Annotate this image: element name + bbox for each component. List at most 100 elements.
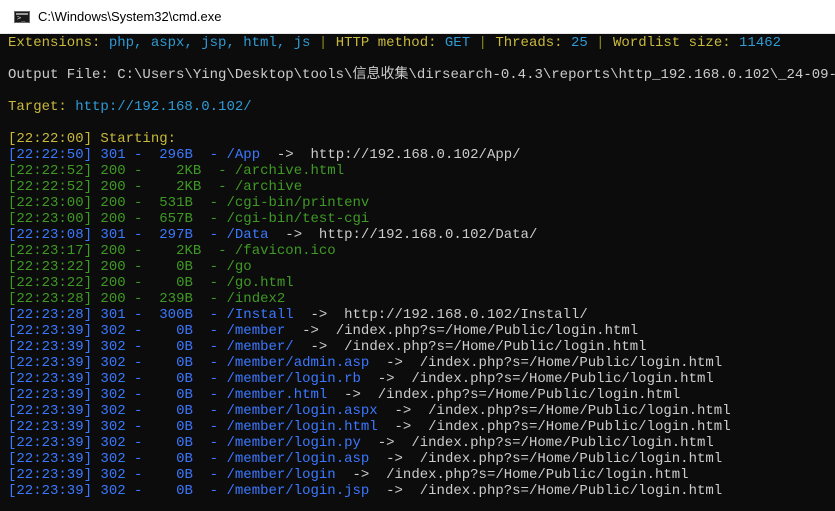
result-row: [22:23:39] 302 - 0B - /member -> /index.… <box>8 323 639 339</box>
result-size: 0B <box>150 467 193 483</box>
output-file-line: Output File: C:\Users\Ying\Desktop\tools… <box>8 67 835 83</box>
result-status: 301 <box>100 147 126 163</box>
result-status: 302 <box>100 451 126 467</box>
extensions-value: php, aspx, jsp, html, js <box>108 35 311 51</box>
result-status: 200 <box>100 275 126 291</box>
result-path: /archive.html <box>234 163 345 179</box>
result-path: /member/login.html <box>226 419 378 435</box>
result-status: 200 <box>100 195 126 211</box>
result-status: 302 <box>100 435 126 451</box>
window-title: C:\Windows\System32\cmd.exe <box>38 9 222 24</box>
result-size: 0B <box>150 387 193 403</box>
result-status: 302 <box>100 371 126 387</box>
result-size: 0B <box>150 483 193 499</box>
result-time: [22:23:22] <box>8 259 93 275</box>
result-size: 2KB <box>150 243 202 259</box>
result-redirect: http://192.168.0.102/App/ <box>310 147 521 163</box>
redirect-arrow: -> <box>369 451 420 467</box>
result-size: 531B <box>150 195 193 211</box>
result-time: [22:22:50] <box>8 147 93 163</box>
result-size: 2KB <box>150 179 202 195</box>
result-row: [22:22:52] 200 - 2KB - /archive <box>8 179 303 195</box>
result-path: /member/login.py <box>226 435 361 451</box>
result-size: 0B <box>150 339 193 355</box>
result-row: [22:23:39] 302 - 0B - /member/login.jsp … <box>8 483 723 499</box>
result-path: /member/login <box>226 467 336 483</box>
result-row: [22:23:39] 302 - 0B - /member/login -> /… <box>8 467 689 483</box>
result-size: 0B <box>150 355 193 371</box>
result-redirect: /index.php?s=/Home/Public/login.html <box>428 419 731 435</box>
result-size: 296B <box>150 147 193 163</box>
result-status: 302 <box>100 339 126 355</box>
separator: | <box>587 35 613 51</box>
result-path: /member/login.jsp <box>226 483 370 499</box>
result-row: [22:23:39] 302 - 0B - /member/ -> /index… <box>8 339 647 355</box>
redirect-arrow: -> <box>335 467 387 483</box>
result-row: [22:23:00] 200 - 657B - /cgi-bin/test-cg… <box>8 211 370 227</box>
result-size: 0B <box>150 275 193 291</box>
result-time: [22:23:00] <box>8 195 93 211</box>
result-redirect: /index.php?s=/Home/Public/login.html <box>428 403 731 419</box>
console-output[interactable]: Extensions: php, aspx, jsp, html, js | H… <box>0 34 835 511</box>
redirect-arrow: -> <box>360 435 412 451</box>
result-status: 200 <box>100 243 126 259</box>
result-time: [22:23:39] <box>8 355 93 371</box>
http-method-value: GET <box>444 35 471 51</box>
result-time: [22:23:22] <box>8 275 93 291</box>
result-redirect: /index.php?s=/Home/Public/login.html <box>335 323 639 339</box>
result-redirect: /index.php?s=/Home/Public/login.html <box>344 339 647 355</box>
result-row: [22:23:22] 200 - 0B - /go.html <box>8 275 294 291</box>
result-redirect: http://192.168.0.102/Data/ <box>318 227 538 243</box>
redirect-arrow: -> <box>260 147 311 163</box>
result-size: 0B <box>150 371 193 387</box>
result-row: [22:23:00] 200 - 531B - /cgi-bin/printen… <box>8 195 370 211</box>
result-path: /member <box>226 323 286 339</box>
result-status: 200 <box>100 179 126 195</box>
redirect-arrow: -> <box>360 371 412 387</box>
result-time: [22:23:39] <box>8 403 93 419</box>
wordlist-size-label: Wordlist size: <box>613 35 740 51</box>
result-path: /member/login.asp <box>226 451 370 467</box>
result-size: 300B <box>150 307 193 323</box>
result-size: 657B <box>150 211 193 227</box>
result-redirect: /index.php?s=/Home/Public/login.html <box>411 435 714 451</box>
result-path: /cgi-bin/test-cgi <box>226 211 370 227</box>
result-path: /Data <box>226 227 269 243</box>
result-time: [22:22:52] <box>8 179 93 195</box>
redirect-arrow: -> <box>369 483 420 499</box>
result-time: [22:23:39] <box>8 435 93 451</box>
output-file-label: Output File: <box>8 67 118 83</box>
result-path: /App <box>226 147 261 163</box>
result-size: 0B <box>150 435 193 451</box>
result-size: 0B <box>150 419 193 435</box>
result-row: [22:23:28] 200 - 239B - /index2 <box>8 291 286 307</box>
result-time: [22:23:39] <box>8 371 93 387</box>
result-redirect: http://192.168.0.102/Install/ <box>344 307 588 323</box>
result-size: 0B <box>150 451 193 467</box>
redirect-arrow: -> <box>285 323 336 339</box>
window-titlebar[interactable]: >_ C:\Windows\System32\cmd.exe <box>0 0 835 34</box>
result-redirect: /index.php?s=/Home/Public/login.html <box>419 355 723 371</box>
result-size: 239B <box>150 291 193 307</box>
separator: | <box>470 35 496 51</box>
result-status: 200 <box>100 211 126 227</box>
result-status: 302 <box>100 467 126 483</box>
extensions-label: Extensions: <box>8 35 109 51</box>
result-size: 297B <box>150 227 193 243</box>
result-path: /go.html <box>226 275 294 291</box>
result-redirect: /index.php?s=/Home/Public/login.html <box>386 467 689 483</box>
result-status: 301 <box>100 227 126 243</box>
separator: | <box>310 35 336 51</box>
result-status: 200 <box>100 259 126 275</box>
result-path: /member/admin.asp <box>226 355 370 371</box>
result-row: [22:23:39] 302 - 0B - /member/admin.asp … <box>8 355 723 371</box>
result-row: [22:22:50] 301 - 296B - /App -> http://1… <box>8 147 521 163</box>
result-row: [22:23:39] 302 - 0B - /member/login.py -… <box>8 435 714 451</box>
result-path: /Install <box>226 307 294 323</box>
redirect-arrow: -> <box>377 419 429 435</box>
redirect-arrow: -> <box>268 227 319 243</box>
result-time: [22:23:08] <box>8 227 93 243</box>
result-time: [22:23:28] <box>8 307 93 323</box>
result-row: [22:23:08] 301 - 297B - /Data -> http://… <box>8 227 538 243</box>
target-label: Target: <box>8 99 76 115</box>
